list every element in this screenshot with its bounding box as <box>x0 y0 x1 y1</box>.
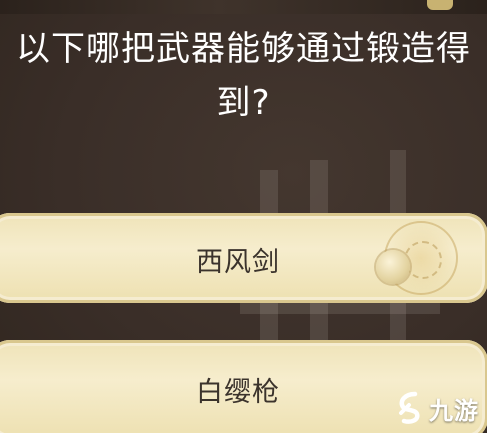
frame-ornament <box>427 0 453 10</box>
swirl-logo-icon <box>399 391 420 424</box>
quiz-screen: 以下哪把武器能够通过锻造得 到? 西风剑 白缨枪 九游 <box>0 0 487 433</box>
answer-option-1-label: 西风剑 <box>196 247 280 278</box>
question-line-2: 到? <box>216 83 271 123</box>
answer-option-1[interactable]: 西风剑 <box>0 213 487 303</box>
question-text: 以下哪把武器能够通过锻造得 到? <box>0 22 487 130</box>
question-line-1: 以下哪把武器能够通过锻造得 <box>16 29 471 69</box>
top-frame-strip <box>0 0 487 14</box>
watermark-logo: 九游 <box>395 389 479 427</box>
watermark-logo-text: 九游 <box>429 396 479 425</box>
